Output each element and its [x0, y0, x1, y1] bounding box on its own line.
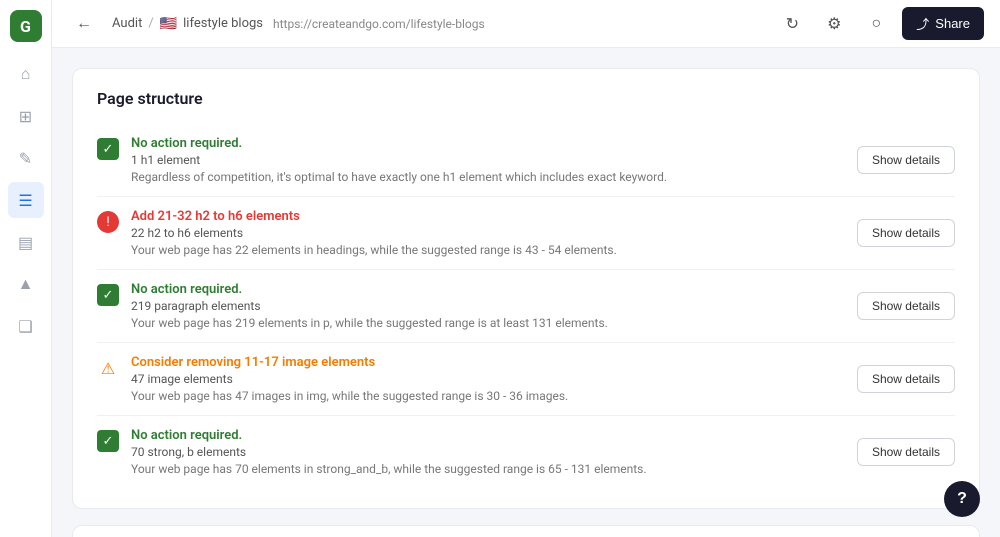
- audit-item-para: ✓ No action required. 219 paragraph elem…: [97, 270, 955, 343]
- sidebar-item-home[interactable]: ⌂: [8, 56, 44, 92]
- show-details-h2h6[interactable]: Show details: [857, 219, 955, 247]
- show-details-para[interactable]: Show details: [857, 292, 955, 320]
- content-area: Page structure ✓ No action required. 1 h…: [52, 48, 1000, 537]
- breadcrumb: Audit / 🇺🇸 lifestyle blogs https://creat…: [112, 16, 485, 32]
- audit-title-strong: No action required.: [131, 428, 845, 443]
- show-details-img[interactable]: Show details: [857, 365, 955, 393]
- back-button[interactable]: ←: [68, 8, 100, 40]
- audit-desc-h2h6: Your web page has 22 elements in heading…: [131, 243, 845, 257]
- audit-content-h2h6: Add 21-32 h2 to h6 elements 22 h2 to h6 …: [131, 209, 845, 257]
- share-button[interactable]: ⤴ Share: [902, 7, 984, 40]
- sidebar-item-chart[interactable]: ▲: [8, 266, 44, 302]
- page-structure-title: Page structure: [97, 89, 955, 108]
- title-meta-card: Title and meta description length ✓ No a…: [72, 525, 980, 537]
- audit-item-strong: ✓ No action required. 70 strong, b eleme…: [97, 416, 955, 488]
- audit-sub-img: 47 image elements: [131, 372, 845, 386]
- page-url: https://createandgo.com/lifestyle-blogs: [273, 17, 485, 31]
- breadcrumb-root: Audit: [112, 16, 142, 31]
- success-icon-strong: ✓: [97, 430, 119, 452]
- sidebar-item-reports[interactable]: ❑: [8, 308, 44, 344]
- error-icon-h2h6: !: [97, 211, 119, 233]
- warning-icon-img: ⚠: [97, 357, 119, 379]
- success-icon-h1: ✓: [97, 138, 119, 160]
- topnav: ← Audit / 🇺🇸 lifestyle blogs https://cre…: [52, 0, 1000, 48]
- sidebar-item-edit[interactable]: ✎: [8, 140, 44, 176]
- success-icon-para: ✓: [97, 284, 119, 306]
- sidebar-item-content[interactable]: ☰: [8, 182, 44, 218]
- show-details-strong[interactable]: Show details: [857, 438, 955, 466]
- audit-sub-strong: 70 strong, b elements: [131, 445, 845, 459]
- breadcrumb-page: lifestyle blogs: [183, 16, 263, 31]
- audit-sub-h2h6: 22 h2 to h6 elements: [131, 226, 845, 240]
- refresh-button[interactable]: ↻: [776, 8, 808, 40]
- audit-content-img: Consider removing 11-17 image elements 4…: [131, 355, 845, 403]
- settings-button[interactable]: ⚙: [818, 8, 850, 40]
- audit-desc-h1: Regardless of competition, it's optimal …: [131, 170, 845, 184]
- show-details-h1[interactable]: Show details: [857, 146, 955, 174]
- audit-content-h1: No action required. 1 h1 element Regardl…: [131, 136, 845, 184]
- main-area: ← Audit / 🇺🇸 lifestyle blogs https://cre…: [52, 0, 1000, 537]
- audit-content-strong: No action required. 70 strong, b element…: [131, 428, 845, 476]
- sidebar-item-list[interactable]: ▤: [8, 224, 44, 260]
- flag-icon: 🇺🇸: [160, 16, 177, 32]
- audit-desc-img: Your web page has 47 images in img, whil…: [131, 389, 845, 403]
- audit-item-h1: ✓ No action required. 1 h1 element Regar…: [97, 124, 955, 197]
- topnav-actions: ↻ ⚙ ○ ⤴ Share: [776, 7, 984, 40]
- breadcrumb-separator: /: [148, 16, 153, 31]
- sidebar-item-dashboard[interactable]: ⊞: [8, 98, 44, 134]
- audit-title-para: No action required.: [131, 282, 845, 297]
- help-button[interactable]: ?: [944, 481, 980, 517]
- audit-sub-h1: 1 h1 element: [131, 153, 845, 167]
- audit-item-h2h6: ! Add 21-32 h2 to h6 elements 22 h2 to h…: [97, 197, 955, 270]
- audit-desc-strong: Your web page has 70 elements in strong_…: [131, 462, 845, 476]
- audit-sub-para: 219 paragraph elements: [131, 299, 845, 313]
- audit-desc-para: Your web page has 219 elements in p, whi…: [131, 316, 845, 330]
- audit-title-img: Consider removing 11-17 image elements: [131, 355, 845, 370]
- app-logo: G: [10, 10, 42, 42]
- audit-item-img: ⚠ Consider removing 11-17 image elements…: [97, 343, 955, 416]
- share-label: Share: [935, 16, 970, 31]
- page-structure-card: Page structure ✓ No action required. 1 h…: [72, 68, 980, 509]
- sidebar: G ⌂ ⊞ ✎ ☰ ▤ ▲ ❑: [0, 0, 52, 537]
- check-button[interactable]: ○: [860, 8, 892, 40]
- share-icon: ⤴: [916, 14, 929, 33]
- audit-title-h2h6: Add 21-32 h2 to h6 elements: [131, 209, 845, 224]
- audit-content-para: No action required. 219 paragraph elemen…: [131, 282, 845, 330]
- audit-title-h1: No action required.: [131, 136, 845, 151]
